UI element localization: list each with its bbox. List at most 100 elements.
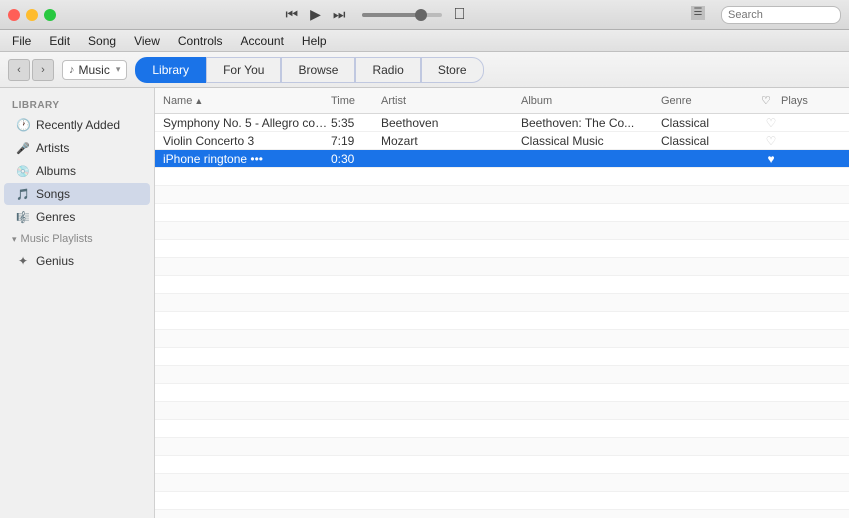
global-search-input[interactable]: [721, 6, 841, 24]
col-header-artist[interactable]: Artist: [381, 95, 501, 107]
playlists-chevron-icon: ▾: [12, 234, 17, 245]
table-row[interactable]: Violin Concerto 3 7:19 Mozart Classical …: [155, 132, 849, 150]
empty-row: [155, 186, 849, 204]
table-row[interactable]: iPhone ringtone ••• 0:30 ♥: [155, 150, 849, 168]
empty-row: [155, 456, 849, 474]
col-header-album[interactable]: Album: [521, 95, 661, 107]
menu-help[interactable]: Help: [294, 32, 335, 50]
sidebar-label-genres: Genres: [36, 210, 75, 224]
music-note-icon: ♪: [69, 64, 75, 76]
apple-logo: : [454, 6, 466, 24]
menu-song[interactable]: Song: [80, 32, 124, 50]
library-section-title: Library: [0, 96, 154, 113]
play-button[interactable]: ▶: [306, 4, 325, 25]
sidebar-label-genius: Genius: [36, 254, 74, 268]
progress-fill: [362, 13, 417, 17]
empty-row: [155, 294, 849, 312]
music-selector-label: Music: [79, 63, 110, 77]
cell-name: Symphony No. 5 - Allegro con brio: [163, 116, 331, 130]
cell-time: 7:19: [331, 134, 381, 148]
tab-browse[interactable]: Browse: [281, 57, 355, 83]
cell-name: iPhone ringtone •••: [163, 152, 331, 166]
sidebar-item-genres[interactable]: 🎼 Genres: [4, 206, 150, 228]
rewind-button[interactable]: ⏮: [282, 4, 303, 25]
tab-library[interactable]: Library: [135, 57, 206, 83]
empty-row: [155, 384, 849, 402]
genius-icon: ✦: [16, 254, 30, 268]
playback-controls: ⏮ ▶ ⏭: [282, 4, 350, 25]
music-playlists-section[interactable]: ▾ Music Playlists: [0, 229, 154, 249]
cell-genre: Classical: [661, 134, 761, 148]
table-row[interactable]: Symphony No. 5 - Allegro con brio 5:35 B…: [155, 114, 849, 132]
window-controls[interactable]: [8, 9, 56, 21]
col-header-plays[interactable]: Plays: [781, 95, 841, 107]
cell-artist: Beethoven: [381, 116, 501, 130]
minimize-button[interactable]: [26, 9, 38, 21]
albums-icon: 💿: [16, 165, 30, 178]
empty-row: [155, 276, 849, 294]
close-button[interactable]: [8, 9, 20, 21]
empty-row: [155, 168, 849, 186]
tab-radio[interactable]: Radio: [355, 57, 420, 83]
sidebar-item-artists[interactable]: 🎤 Artists: [4, 137, 150, 159]
empty-row: [155, 438, 849, 456]
sidebar-label-albums: Albums: [36, 164, 76, 178]
genres-icon: 🎼: [16, 211, 30, 224]
sort-arrow-icon: ▲: [194, 96, 203, 106]
sidebar-label-recently-added: Recently Added: [36, 118, 120, 132]
window-action-buttons[interactable]: ☰: [691, 6, 841, 24]
empty-row: [155, 420, 849, 438]
empty-row: [155, 330, 849, 348]
cell-heart[interactable]: ♥: [761, 152, 781, 166]
selector-chevron-icon: ▾: [116, 64, 121, 75]
list-view-button[interactable]: ☰: [691, 6, 705, 20]
sidebar-label-artists: Artists: [36, 141, 69, 155]
tab-store[interactable]: Store: [421, 57, 484, 83]
progress-track[interactable]: [362, 13, 442, 17]
content-area: Name ▲ Time Artist Album Genre ♡ Plays: [155, 88, 849, 518]
progress-bar[interactable]: [362, 13, 442, 17]
sidebar-item-songs[interactable]: 🎵 Songs: [4, 183, 150, 205]
empty-row: [155, 474, 849, 492]
sidebar-label-songs: Songs: [36, 187, 70, 201]
progress-thumb: [415, 9, 427, 21]
music-selector[interactable]: ♪ Music ▾: [62, 60, 127, 80]
back-button[interactable]: ‹: [8, 59, 30, 81]
nav-bar: ‹ › ♪ Music ▾ Library For You Browse Rad…: [0, 52, 849, 88]
maximize-button[interactable]: [44, 9, 56, 21]
empty-row: [155, 312, 849, 330]
nav-tabs: Library For You Browse Radio Store: [135, 57, 483, 83]
col-header-heart: ♡: [761, 94, 781, 107]
nav-arrows[interactable]: ‹ ›: [8, 59, 54, 81]
forward-button[interactable]: ⏭: [329, 4, 350, 25]
cell-name: Violin Concerto 3: [163, 134, 331, 148]
menu-bar: File Edit Song View Controls Account Hel…: [0, 30, 849, 52]
sidebar-item-genius[interactable]: ✦ Genius: [4, 250, 150, 272]
tab-for-you[interactable]: For You: [206, 57, 281, 83]
sidebar-item-albums[interactable]: 💿 Albums: [4, 160, 150, 182]
forward-button-nav[interactable]: ›: [32, 59, 54, 81]
col-header-time[interactable]: Time: [331, 95, 381, 107]
menu-account[interactable]: Account: [233, 32, 292, 50]
title-bar-center: ⏮ ▶ ⏭ : [282, 4, 466, 25]
clock-icon: 🕐: [16, 118, 30, 132]
empty-row: [155, 492, 849, 510]
sidebar-item-recently-added[interactable]: 🕐 Recently Added: [4, 114, 150, 136]
playlists-label: Music Playlists: [21, 233, 93, 245]
cell-heart[interactable]: ♡: [761, 134, 781, 148]
empty-rows: [155, 168, 849, 518]
cell-heart[interactable]: ♡: [761, 116, 781, 130]
menu-edit[interactable]: Edit: [41, 32, 78, 50]
artists-icon: 🎤: [16, 142, 30, 155]
cell-artist: Mozart: [381, 134, 501, 148]
menu-file[interactable]: File: [4, 32, 39, 50]
empty-row: [155, 222, 849, 240]
songs-icon: 🎵: [16, 188, 30, 201]
menu-controls[interactable]: Controls: [170, 32, 231, 50]
cell-genre: Classical: [661, 116, 761, 130]
main-layout: Library 🕐 Recently Added 🎤 Artists 💿 Alb…: [0, 88, 849, 518]
cell-time: 5:35: [331, 116, 381, 130]
menu-view[interactable]: View: [126, 32, 168, 50]
col-header-name[interactable]: Name ▲: [163, 95, 331, 107]
col-header-genre[interactable]: Genre: [661, 95, 761, 107]
